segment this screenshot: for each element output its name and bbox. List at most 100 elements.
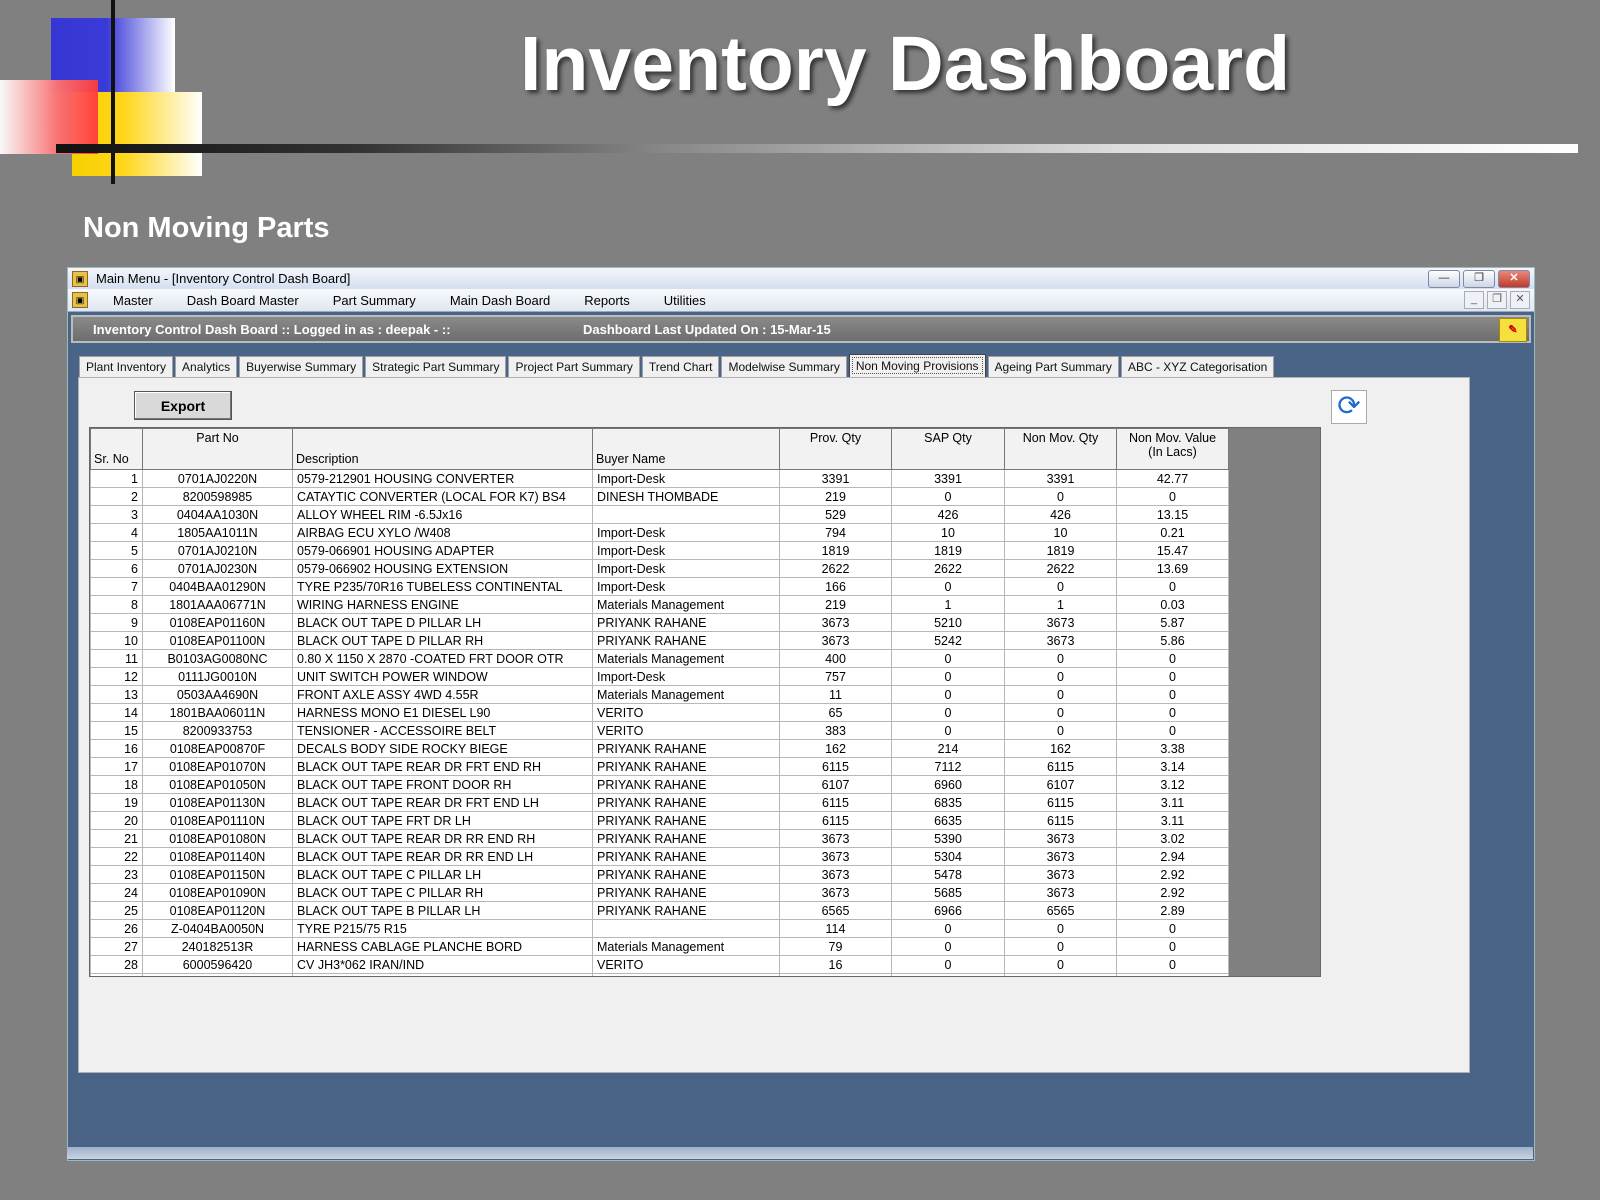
table-row[interactable]: 19 0108EAP01130N BLACK OUT TAPE REAR DR FR…: [90, 793, 1229, 812]
table-row[interactable]: 11 B0103AG0080NC 0.80 X 1150 X 2870 -COATE…: [90, 649, 1229, 668]
table-row[interactable]: 1 0701AJ0220N 0579-212901 HOUSING CONVERTE…: [90, 469, 1229, 488]
cell-buyer-name: VERITO: [592, 721, 780, 740]
cell-non-mov-value: 3.11: [1116, 793, 1229, 812]
dashboard-status-bar: Inventory Control Dash Board :: Logged i…: [71, 315, 1531, 343]
table-row[interactable]: 13 0503AA4690N FRONT AXLE ASSY 4WD 4.55R Ma…: [90, 685, 1229, 704]
cell-description: CATAYTIC CONVERTER (LOCAL FOR K7) BS4: [292, 487, 593, 506]
cell-non-mov-value: 0: [1116, 685, 1229, 704]
table-row[interactable]: 3 0404AA1030N ALLOY WHEEL RIM -6.5Jx16 529 4…: [90, 505, 1229, 524]
col-header-sap-qty[interactable]: SAP Qty: [891, 428, 1005, 470]
cell-prov-qty: 3673: [779, 847, 892, 866]
tab-plant-inventory[interactable]: Plant Inventory: [79, 356, 174, 377]
cell-buyer-name: VERITO: [592, 955, 780, 974]
table-row[interactable]: 21 0108EAP01080N BLACK OUT TAPE REAR DR RR…: [90, 829, 1229, 848]
cell-sr-no: 28: [90, 955, 143, 974]
menu-part-summary[interactable]: Part Summary: [316, 293, 433, 308]
cell-non-mov-qty: 1819: [1004, 541, 1117, 560]
restore-button[interactable]: ❐: [1463, 270, 1495, 288]
tab-ageing-part-summary[interactable]: Ageing Part Summary: [987, 356, 1119, 377]
tab-analytics[interactable]: Analytics: [175, 356, 238, 377]
tab-abc-xyz-categorisation[interactable]: ABC - XYZ Categorisation: [1120, 356, 1275, 377]
cell-sr-no: 23: [90, 865, 143, 884]
cell-sap-qty: 1819: [891, 541, 1005, 560]
cell-buyer-name: PRIYANK RAHANE: [592, 865, 780, 884]
col-header-non-mov-qty[interactable]: Non Mov. Qty: [1004, 428, 1117, 470]
refresh-icon[interactable]: ⟳: [1331, 390, 1367, 424]
cell-description: BLACK OUT TAPE REAR DR FRT END RH: [292, 757, 593, 776]
col-header-sr-no[interactable]: Sr. No: [90, 428, 143, 470]
child-close-button[interactable]: ✕: [1510, 291, 1530, 309]
menu-reports[interactable]: Reports: [567, 293, 647, 308]
table-row[interactable]: 6 0701AJ0230N 0579-066902 HOUSING EXTENSIO…: [90, 559, 1229, 578]
table-row[interactable]: 24 0108EAP01090N BLACK OUT TAPE C PILLAR R…: [90, 883, 1229, 902]
app-icon[interactable]: ▣: [72, 270, 88, 287]
cell-sr-no: 27: [90, 937, 143, 956]
table-row[interactable]: 12 0111JG0010N UNIT SWITCH POWER WINDOW Imp…: [90, 667, 1229, 686]
child-restore-button[interactable]: ❐: [1487, 291, 1507, 309]
tab-project-part-summary[interactable]: Project Part Summary: [508, 356, 640, 377]
close-button[interactable]: ✕: [1498, 270, 1530, 288]
tab-modelwise-summary[interactable]: Modelwise Summary: [721, 356, 847, 377]
table-row[interactable]: 20 0108EAP01110N BLACK OUT TAPE FRT DR LH P…: [90, 811, 1229, 830]
table-row[interactable]: 9 0108EAP01160N BLACK OUT TAPE D PILLAR LH…: [90, 613, 1229, 632]
window-titlebar[interactable]: ▣ Main Menu - [Inventory Control Dash Bo…: [68, 268, 1534, 289]
cell-non-mov-qty: 6115: [1004, 811, 1117, 830]
table-row[interactable]: 16 0108EAP00870F DECALS BODY SIDE ROCKY BI…: [90, 739, 1229, 758]
cell-prov-qty: 6115: [779, 757, 892, 776]
cell-sr-no: 4: [90, 523, 143, 542]
table-row[interactable]: 26 Z-0404BA0050N TYRE P215/75 R15 114 0 0 0: [90, 919, 1229, 938]
cell-buyer-name: PRIYANK RAHANE: [592, 631, 780, 650]
table-row[interactable]: 14 1801BAA06011N HARNESS MONO E1 DIESEL L9…: [90, 703, 1229, 722]
cell-non-mov-value: 3.12: [1116, 775, 1229, 794]
cell-prov-qty: 16: [779, 955, 892, 974]
table-row[interactable]: 8 1801AAA06771N WIRING HARNESS ENGINE Mater…: [90, 595, 1229, 614]
menu-main-dash-board[interactable]: Main Dash Board: [433, 293, 567, 308]
child-minimize-button[interactable]: _: [1464, 291, 1484, 309]
table-row[interactable]: 2 8200598985 CATAYTIC CONVERTER (LOCAL FOR…: [90, 487, 1229, 506]
table-row[interactable]: 23 0108EAP01150N BLACK OUT TAPE C PILLAR L…: [90, 865, 1229, 884]
tab-strategic-part-summary[interactable]: Strategic Part Summary: [365, 356, 507, 377]
tab-trend-chart[interactable]: Trend Chart: [641, 356, 720, 377]
table-row[interactable]: 4 1805AA1011N AIRBAG ECU XYLO /W408 Import-…: [90, 523, 1229, 542]
cell-non-mov-qty: 0: [1004, 937, 1117, 956]
table-row[interactable]: 25 0108EAP01120N BLACK OUT TAPE B PILLAR L…: [90, 901, 1229, 920]
tab-buyerwise-summary[interactable]: Buyerwise Summary: [239, 356, 364, 377]
table-row[interactable]: 22 0108EAP01140N BLACK OUT TAPE REAR DR RR…: [90, 847, 1229, 866]
cell-non-mov-value: 5.86: [1116, 631, 1229, 650]
cell-description: DECALS BODY SIDE ROCKY BIEGE: [292, 739, 593, 758]
menu-dash-board-master[interactable]: Dash Board Master: [170, 293, 316, 308]
mdi-child-icon[interactable]: ▣: [72, 292, 88, 308]
cell-buyer-name: PRIYANK RAHANE: [592, 739, 780, 758]
tab-non-moving-provisions[interactable]: Non Moving Provisions: [848, 354, 986, 377]
cell-sr-no: 15: [90, 721, 143, 740]
vertical-scrollbar[interactable]: ▲ ▼: [1320, 428, 1321, 976]
col-header-part-no[interactable]: Part No: [142, 428, 293, 470]
cell-part-no: 0108EAP01100N: [142, 631, 293, 650]
col-header-non-mov-value[interactable]: Non Mov. Value (In Lacs): [1116, 428, 1229, 470]
table-row[interactable]: 10 0108EAP01100N BLACK OUT TAPE D PILLAR R…: [90, 631, 1229, 650]
cell-sr-no: 1: [90, 469, 143, 488]
menu-master[interactable]: Master: [96, 293, 170, 308]
table-row[interactable]: 18 0108EAP01050N BLACK OUT TAPE FRONT DOOR…: [90, 775, 1229, 794]
table-row[interactable]: 5 0701AJ0210N 0579-066901 HOUSING ADAPTER I…: [90, 541, 1229, 560]
export-button[interactable]: Export: [134, 391, 232, 420]
table-row[interactable]: 15 8200933753 TENSIONER - ACCESSOIRE BELT V…: [90, 721, 1229, 740]
cell-prov-qty: 3673: [779, 631, 892, 650]
sticky-note-icon[interactable]: ✎: [1499, 318, 1527, 342]
table-row[interactable]: 28 6000596420 CV JH3*062 IRAN/IND VERITO 16 0…: [90, 955, 1229, 974]
cell-non-mov-value: 3.11: [1116, 811, 1229, 830]
grid-cell-empty: [292, 973, 593, 976]
table-row[interactable]: 17 0108EAP01070N BLACK OUT TAPE REAR DR FR…: [90, 757, 1229, 776]
col-header-buyer-name[interactable]: Buyer Name: [592, 428, 780, 470]
cell-description: UNIT SWITCH POWER WINDOW: [292, 667, 593, 686]
cell-non-mov-qty: 0: [1004, 703, 1117, 722]
col-header-description[interactable]: Description: [292, 428, 593, 470]
table-row[interactable]: 27 240182513R HARNESS CABLAGE PLANCHE BORD…: [90, 937, 1229, 956]
menu-utilities[interactable]: Utilities: [647, 293, 723, 308]
cell-prov-qty: 166: [779, 577, 892, 596]
col-header-prov-qty[interactable]: Prov. Qty: [779, 428, 892, 470]
minimize-button[interactable]: —: [1428, 270, 1460, 288]
cell-sr-no: 14: [90, 703, 143, 722]
table-row[interactable]: 7 0404BAA01290N TYRE P235/70R16 TUBELESS C…: [90, 577, 1229, 596]
cell-description: BLACK OUT TAPE REAR DR FRT END LH: [292, 793, 593, 812]
